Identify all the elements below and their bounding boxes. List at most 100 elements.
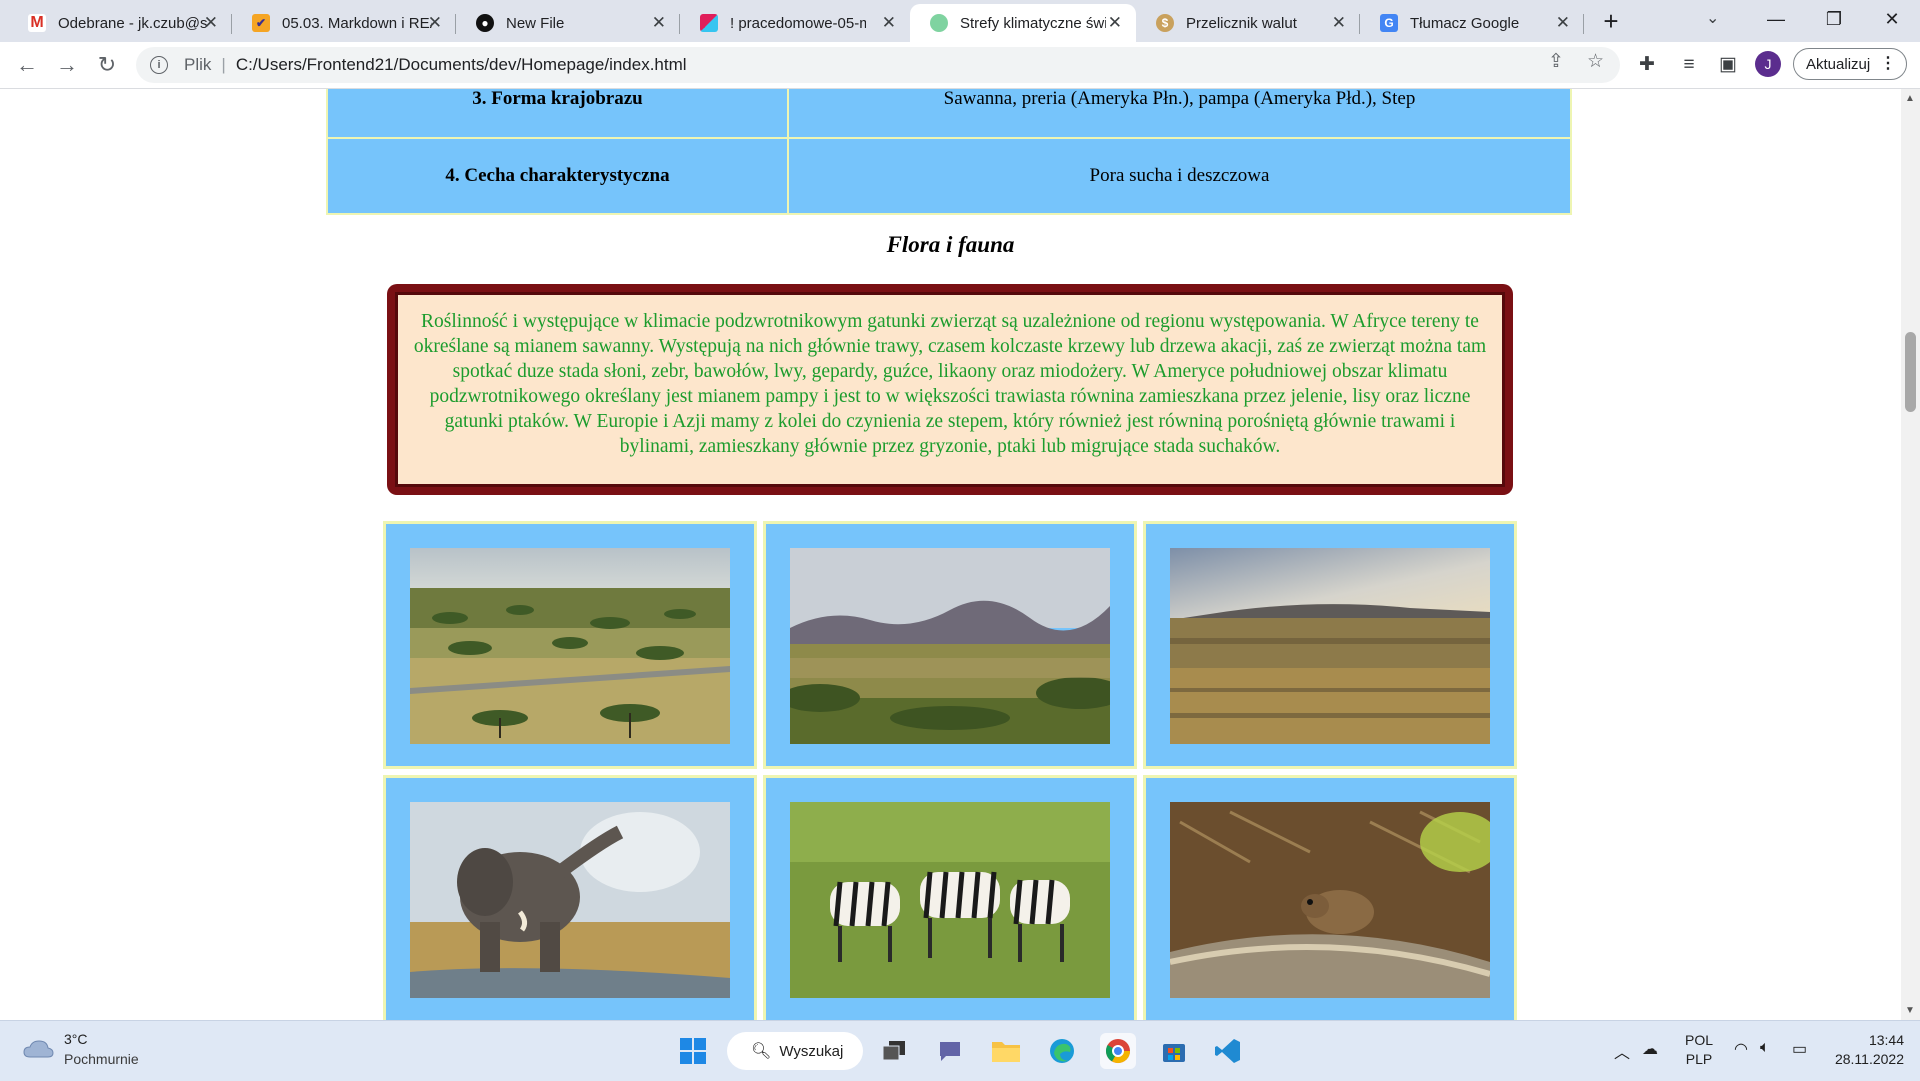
tab-strip: M Odebrane - jk.czub@s ✕ ✔ 05.03. Markdo… bbox=[0, 0, 1920, 42]
weather-condition[interactable]: Pochmurnie bbox=[64, 1051, 139, 1067]
table-cell-value: Sawanna, preria (Ameryka Płn.), pampa (A… bbox=[787, 89, 1572, 139]
tab-tlumacz-google[interactable]: G Tłumacz Google ✕ bbox=[1360, 4, 1584, 42]
onedrive-cloud-icon[interactable]: ☁ bbox=[1642, 1039, 1658, 1059]
task-view-icon[interactable] bbox=[876, 1033, 912, 1069]
pampa-photo bbox=[790, 548, 1110, 744]
rodent-photo bbox=[1170, 802, 1490, 998]
scroll-up-arrow-icon[interactable]: ▲ bbox=[1905, 93, 1915, 104]
language-indicator[interactable]: POL PLP bbox=[1685, 1031, 1713, 1069]
tab-title: 05.03. Markdown i README bbox=[282, 14, 432, 32]
tab-title: Strefy klimatyczne świata bbox=[960, 14, 1106, 32]
close-tab-icon[interactable]: ✕ bbox=[1108, 13, 1122, 33]
wifi-icon[interactable]: ◠ bbox=[1734, 1039, 1748, 1059]
slack-icon bbox=[700, 14, 718, 32]
search-label: Wyszukaj bbox=[779, 1042, 844, 1060]
table-cell-value: Pora sucha i deszczowa bbox=[787, 137, 1572, 215]
weather-temperature[interactable]: 3°C bbox=[64, 1031, 88, 1047]
gallery-cell bbox=[383, 775, 757, 1020]
globe-icon bbox=[930, 14, 948, 32]
gallery-cell bbox=[383, 521, 757, 769]
gallery-cell bbox=[1143, 775, 1517, 1020]
extensions-puzzle-icon[interactable]: ✚ bbox=[1634, 52, 1660, 78]
vscode-icon[interactable] bbox=[1210, 1033, 1246, 1069]
table-cell-label: 4. Cecha charakterystyczna bbox=[326, 137, 789, 215]
forward-arrow-icon[interactable]: → bbox=[54, 52, 80, 78]
tab-gmail[interactable]: M Odebrane - jk.czub@s ✕ bbox=[8, 4, 232, 42]
share-icon[interactable]: ⇪ bbox=[1548, 50, 1564, 73]
keyboard-layout: PLP bbox=[1685, 1051, 1713, 1067]
chat-teams-icon[interactable] bbox=[932, 1033, 968, 1069]
clock-date: 28.11.2022 bbox=[1834, 1051, 1904, 1067]
bookmark-star-icon[interactable]: ☆ bbox=[1587, 50, 1604, 73]
profile-avatar[interactable]: J bbox=[1755, 51, 1781, 77]
gallery-cell bbox=[763, 775, 1137, 1020]
restore-button[interactable]: ❐ bbox=[1814, 4, 1854, 34]
microsoft-store-icon[interactable] bbox=[1156, 1033, 1192, 1069]
clock-time: 13:44 bbox=[1868, 1032, 1904, 1048]
chrome-browser-icon[interactable] bbox=[1100, 1033, 1136, 1069]
markdown-icon: ✔ bbox=[252, 14, 270, 32]
steppe-photo bbox=[1170, 548, 1490, 744]
zebras-photo bbox=[790, 802, 1110, 998]
tab-title: Odebrane - jk.czub@s bbox=[58, 14, 208, 32]
address-scheme-label: Plik bbox=[184, 55, 212, 74]
tab-slack[interactable]: ! pracedomowe-05-m ✕ bbox=[680, 4, 910, 42]
tab-title: New File bbox=[506, 14, 565, 32]
media-playlist-icon[interactable]: ≡ bbox=[1676, 52, 1702, 78]
taskbar-search[interactable]: 🔍︎ Wyszukaj bbox=[727, 1032, 863, 1070]
browser-toolbar: ← → ↻ i Plik | C:/Users/Frontend21/Docum… bbox=[0, 42, 1920, 89]
tab-markdown[interactable]: ✔ 05.03. Markdown i README ✕ bbox=[232, 4, 456, 42]
tab-search-chevron-icon[interactable]: ⌄ bbox=[1706, 8, 1719, 28]
file-explorer-icon[interactable] bbox=[988, 1033, 1024, 1069]
update-button[interactable]: Aktualizuj ⋮ bbox=[1793, 48, 1907, 80]
system-clock[interactable]: 13:44 28.11.2022 bbox=[1832, 1031, 1904, 1069]
site-info-icon[interactable]: i bbox=[150, 56, 168, 74]
gallery-cell bbox=[1143, 521, 1517, 769]
windows-taskbar: 3°C Pochmurnie 🔍︎ Wyszukaj ︿ ☁ POL PLP ◠… bbox=[0, 1020, 1920, 1081]
tab-title: Przelicznik walut bbox=[1186, 14, 1297, 32]
description-text: Roślinność i występujące w klimacie podz… bbox=[395, 292, 1505, 487]
volume-icon[interactable]: 🔈︎ bbox=[1760, 1039, 1770, 1057]
reload-icon[interactable]: ↻ bbox=[94, 52, 120, 78]
tab-strefy-klimatyczne[interactable]: Strefy klimatyczne świata ✕ bbox=[910, 4, 1136, 42]
close-window-button[interactable]: ✕ bbox=[1872, 4, 1912, 34]
tab-przelicznik-walut[interactable]: $ Przelicznik walut ✕ bbox=[1136, 4, 1360, 42]
windows-start-icon[interactable] bbox=[675, 1033, 711, 1069]
elephant-photo bbox=[410, 802, 730, 998]
table-row: 3. Forma krajobrazu Sawanna, preria (Ame… bbox=[326, 89, 1572, 139]
vertical-scrollbar[interactable]: ▲ ▼ bbox=[1901, 89, 1920, 1020]
update-label: Aktualizuj bbox=[1806, 55, 1871, 73]
tab-title: Tłumacz Google bbox=[1410, 14, 1520, 32]
menu-kebab-icon[interactable]: ⋮ bbox=[1880, 53, 1896, 73]
close-tab-icon[interactable]: ✕ bbox=[882, 13, 896, 33]
climate-info-table: 3. Forma krajobrazu Sawanna, preria (Ame… bbox=[326, 89, 1572, 215]
close-tab-icon[interactable]: ✕ bbox=[428, 13, 442, 33]
back-arrow-icon[interactable]: ← bbox=[14, 52, 40, 78]
gmail-icon: M bbox=[28, 14, 46, 32]
side-panel-icon[interactable]: ▣ bbox=[1715, 52, 1741, 78]
github-icon: ● bbox=[476, 14, 494, 32]
scroll-down-arrow-icon[interactable]: ▼ bbox=[1905, 1005, 1915, 1016]
cloud-weather-icon[interactable] bbox=[22, 1037, 54, 1061]
tab-github[interactable]: ● New File ✕ bbox=[456, 4, 680, 42]
tab-title: ! pracedomowe-05-m bbox=[730, 14, 866, 32]
savanna-photo bbox=[410, 548, 730, 744]
search-icon: 🔍︎ bbox=[751, 1043, 772, 1060]
currency-icon: $ bbox=[1156, 14, 1174, 32]
gallery-cell bbox=[763, 521, 1137, 769]
battery-icon[interactable]: ▭ bbox=[1792, 1039, 1807, 1059]
table-cell-label: 3. Forma krajobrazu bbox=[326, 89, 789, 139]
close-tab-icon[interactable]: ✕ bbox=[1332, 13, 1346, 33]
minimize-button[interactable]: — bbox=[1756, 4, 1796, 34]
section-title: Flora i fauna bbox=[886, 232, 1015, 257]
description-frame: Roślinność i występujące w klimacie podz… bbox=[387, 284, 1513, 495]
scrollbar-thumb[interactable] bbox=[1905, 332, 1916, 412]
edge-browser-icon[interactable] bbox=[1044, 1033, 1080, 1069]
new-tab-button[interactable]: + bbox=[1598, 6, 1624, 36]
close-tab-icon[interactable]: ✕ bbox=[1556, 13, 1570, 33]
address-bar[interactable]: i Plik | C:/Users/Frontend21/Documents/d… bbox=[136, 47, 1620, 83]
show-hidden-icons-chevron-icon[interactable]: ︿ bbox=[1614, 1039, 1630, 1063]
close-tab-icon[interactable]: ✕ bbox=[652, 13, 666, 33]
address-url: C:/Users/Frontend21/Documents/dev/Homepa… bbox=[235, 55, 687, 74]
close-tab-icon[interactable]: ✕ bbox=[204, 13, 218, 33]
